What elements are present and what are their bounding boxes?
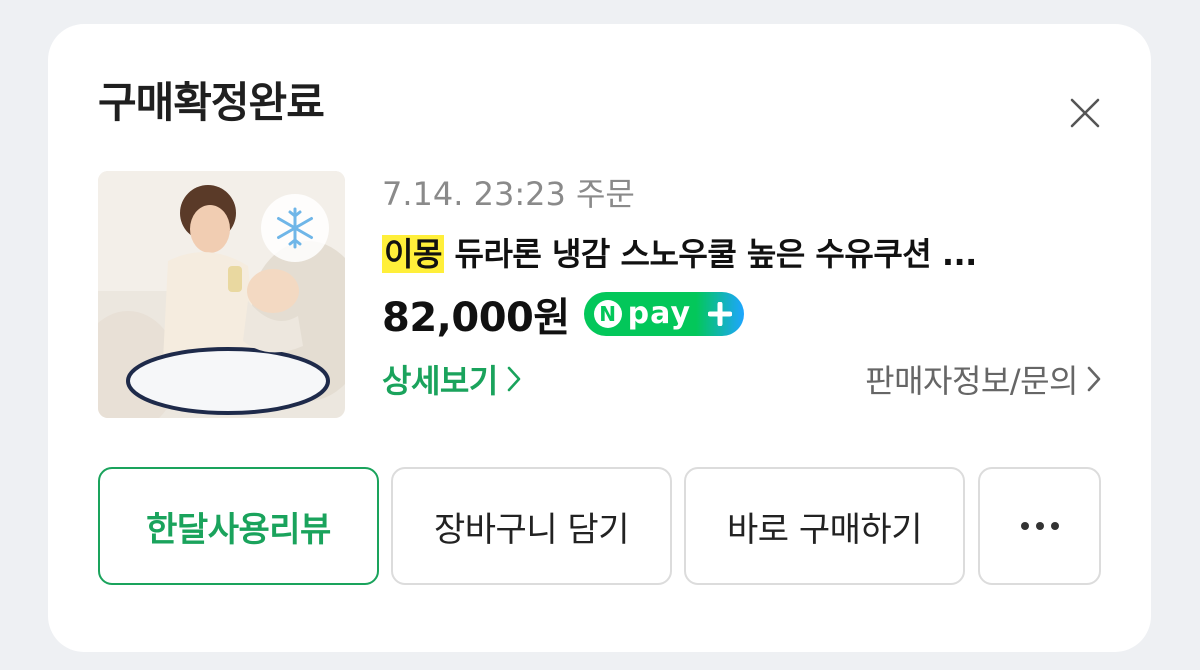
product-name: 듀라론 냉감 스노우쿨 높은 수유쿠션 ... <box>454 235 978 273</box>
npay-label: pay <box>627 296 692 331</box>
close-icon[interactable] <box>1066 94 1104 132</box>
add-to-cart-button[interactable]: 장바구니 담기 <box>391 467 672 585</box>
buy-now-button[interactable]: 바로 구매하기 <box>684 467 965 585</box>
plus-icon <box>707 302 732 326</box>
snowflake-icon <box>261 194 329 262</box>
product-name-row[interactable]: 이몽 듀라론 냉감 스노우쿨 높은 수유쿠션 ... <box>382 230 1102 278</box>
seller-info-link[interactable]: 판매자정보/문의 <box>865 356 1102 402</box>
price: 82,000원 <box>382 295 570 341</box>
order-date: 7.14. 23:23 주문 <box>382 175 635 213</box>
detail-link[interactable]: 상세보기 <box>382 356 522 402</box>
brand-name: 이몽 <box>382 235 444 273</box>
chevron-right-icon <box>1087 366 1101 392</box>
card-title: 구매확정완료 <box>98 78 325 127</box>
more-dots-icon <box>1020 522 1059 530</box>
product-info: 7.14. 23:23 주문 이몽 듀라론 냉감 스노우쿨 높은 수유쿠션 ..… <box>382 170 1102 404</box>
chevron-right-icon <box>507 366 521 392</box>
detail-link-label: 상세보기 <box>382 362 498 400</box>
more-button[interactable] <box>978 467 1101 585</box>
npay-n-icon: N <box>593 300 622 328</box>
seller-info-label: 판매자정보/문의 <box>865 362 1078 400</box>
monthly-review-button[interactable]: 한달사용리뷰 <box>98 467 379 585</box>
npay-badge: N pay <box>583 292 744 336</box>
links-row: 상세보기 판매자정보/문의 <box>382 354 1102 404</box>
price-row: 82,000원 N pay <box>382 286 1102 342</box>
purchase-confirmed-card: 구매확정완료 7.14. 23:23 주문 이몽 듀라론 냉감 스노우쿨 높은 … <box>48 24 1151 652</box>
